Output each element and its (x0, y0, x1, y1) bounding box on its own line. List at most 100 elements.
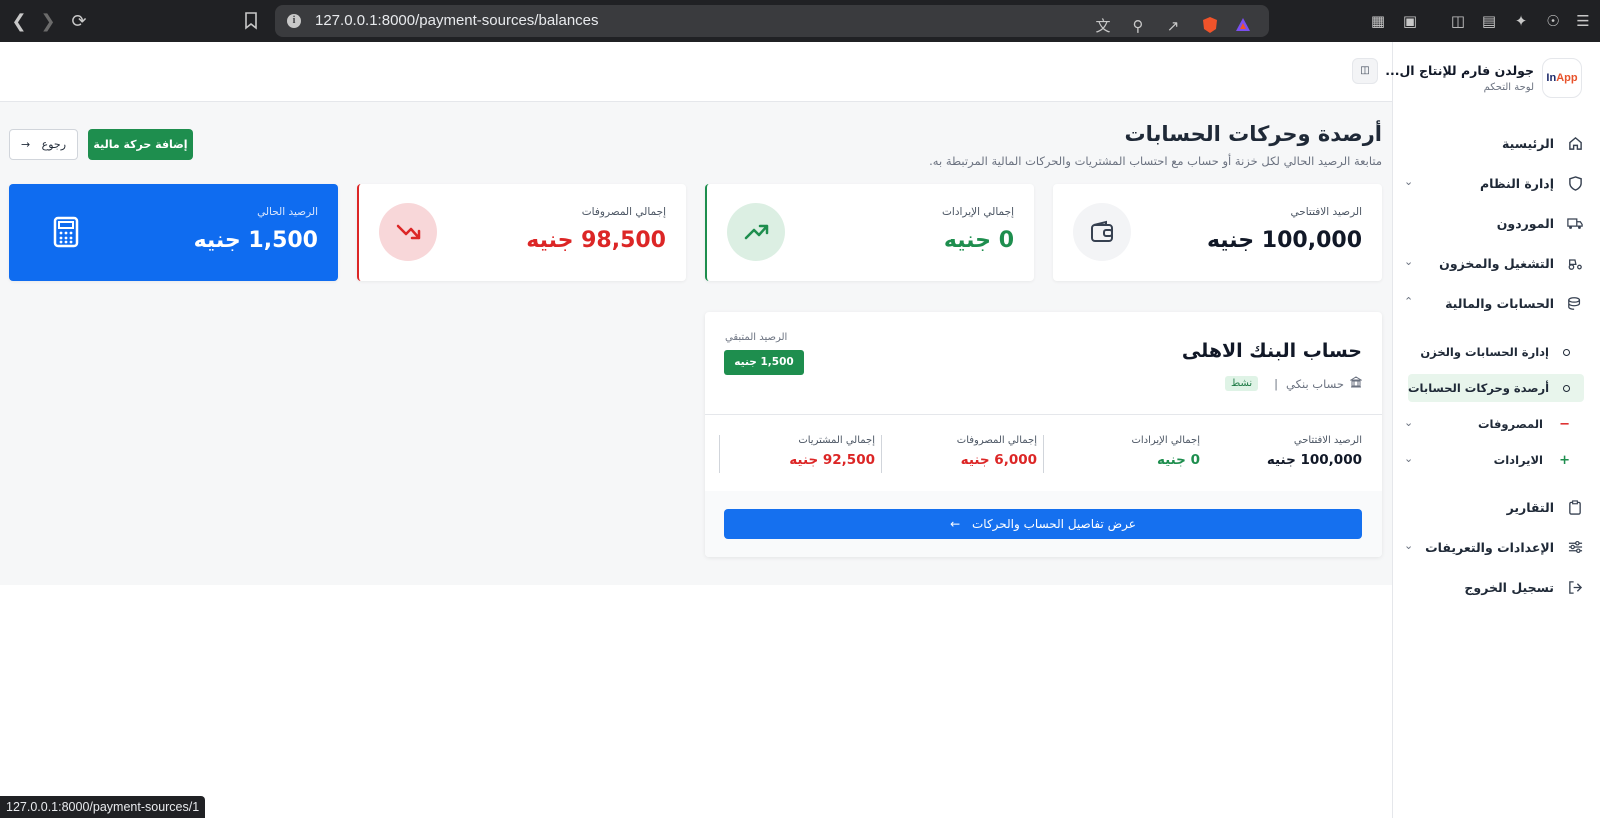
minus-icon: − (1559, 416, 1570, 432)
sidebar-item-label: الموردون (1496, 215, 1554, 231)
reader-icon[interactable]: ▣ (1400, 11, 1420, 31)
sidebar-subitem-accounts[interactable]: إدارة الحسابات والخزن (1408, 338, 1584, 366)
brave-shield-icon[interactable] (1200, 16, 1220, 36)
stat-label: الرصيد الافتتاحي (1290, 206, 1362, 218)
plus-icon: + (1559, 452, 1570, 468)
logo-text-in: In (1546, 72, 1557, 84)
sidebar-item-suppliers[interactable]: الموردون (1404, 208, 1584, 238)
chevron-up-icon: ⌃ (1404, 295, 1414, 308)
stat-value: 1,500 جنيه (193, 228, 318, 253)
back-icon[interactable]: ❮ (4, 6, 34, 36)
sidebar-item-label: الإعدادات والتعريفات (1425, 539, 1554, 555)
sidebar-item-label: التقارير (1506, 499, 1554, 515)
sidebar-item-label: إدارة النظام (1479, 175, 1554, 191)
share-icon[interactable]: ↗ (1163, 16, 1183, 36)
account-stat-label: إجمالي المشتريات (798, 435, 875, 446)
account-stat-value: 100,000 جنيه (1266, 452, 1362, 468)
trending-down-icon (379, 203, 437, 261)
add-transaction-button[interactable]: إضافة حركة مالية (88, 129, 193, 160)
stat-value: 0 جنيه (943, 228, 1014, 253)
stat-value: 98,500 جنيه (526, 228, 666, 253)
url-text: 127.0.0.1:8000/payment-sources/balances (315, 12, 599, 29)
account-stat-value: 0 جنيه (1156, 452, 1200, 468)
back-button-label: رجوع (41, 138, 67, 151)
account-stat-label: إجمالي الإيرادات (1131, 435, 1200, 446)
sidebar-item-logout[interactable]: تسجيل الخروج (1404, 572, 1584, 602)
vpn-icon[interactable]: ☉ (1543, 11, 1563, 31)
bullet-icon (1563, 348, 1570, 356)
arrow-right-icon: → (20, 138, 31, 151)
chevron-down-icon: ⌄ (1404, 452, 1414, 465)
stat-divider (719, 435, 720, 473)
chevron-down-icon: ⌄ (1404, 175, 1414, 188)
rewards-icon[interactable] (1233, 16, 1253, 36)
stat-label: الرصيد الحالي (257, 206, 318, 218)
sliders-icon (1566, 538, 1584, 556)
calculator-icon (37, 203, 95, 261)
brand-logo: In App (1542, 58, 1582, 98)
sidebar-collapse-button[interactable]: ◫ (1352, 58, 1378, 84)
meta-separator: | (1274, 376, 1279, 391)
logo-text-app: App (1556, 72, 1578, 84)
sidebar: In App جولدن فارم للإنتاج ال... لوحة التح… (1385, 42, 1600, 818)
page-title: أرصدة وحركات الحسابات (1124, 122, 1382, 146)
extensions-icon[interactable]: ▦ (1368, 11, 1388, 31)
home-icon (1566, 134, 1584, 152)
sidebar-item-label: تسجيل الخروج (1464, 579, 1554, 595)
sidebar-item-settings[interactable]: الإعدادات والتعريفات ⌄ (1404, 532, 1584, 562)
account-meta: حساب بنكي | نشط (1224, 376, 1363, 391)
coins-icon (1566, 294, 1584, 312)
sidebar-subitem-label: المصروفات (1477, 417, 1543, 431)
sidebar-item-label: الرئيسية (1502, 135, 1554, 151)
browser-toolbar: ❮ ❯ ⟳ i 127.0.0.1:8000/payment-sources/b… (0, 0, 1600, 42)
account-stat-opening: الرصيد الافتتاحي 100,000 جنيه (1267, 435, 1362, 468)
stat-label: إجمالي المصروفات (581, 206, 666, 218)
stat-card-revenue: إجمالي الإيرادات 0 جنيه (705, 184, 1034, 281)
forward-icon[interactable]: ❯ (33, 6, 63, 36)
wallet-icon[interactable]: ▤ (1479, 11, 1499, 31)
leo-ai-icon[interactable]: ✦ (1511, 11, 1531, 31)
remaining-label: الرصيد المتبقي (725, 332, 788, 343)
wallet-icon (1073, 203, 1131, 261)
address-bar[interactable]: i 127.0.0.1:8000/payment-sources/balance… (275, 5, 1269, 37)
sidebar-subitem-expenses[interactable]: − المصروفات ⌄ (1404, 410, 1584, 438)
sidebar-subitem-balances[interactable]: أرصدة وحركات الحسابات (1408, 374, 1584, 402)
status-badge: نشط (1224, 376, 1259, 391)
sidebar-item-operations[interactable]: التشغيل والمخزون ⌄ (1404, 248, 1584, 278)
account-stat-label: إجمالي المصروفات (956, 435, 1037, 446)
bookmark-icon[interactable] (236, 6, 266, 36)
sidebar-item-system[interactable]: إدارة النظام ⌄ (1404, 168, 1584, 198)
view-details-button[interactable]: عرض تفاصيل الحساب والحركات ← (724, 509, 1362, 539)
account-footer: عرض تفاصيل الحساب والحركات ← (705, 491, 1382, 557)
remaining-badge: 1,500 جنيه (724, 350, 804, 375)
sidebar-subitem-label: أرصدة وحركات الحسابات (1408, 381, 1550, 395)
view-details-label: عرض تفاصيل الحساب والحركات (971, 517, 1136, 531)
sidebar-toggle-icon[interactable]: ◫ (1448, 11, 1468, 31)
account-stat-value: 92,500 جنيه (789, 452, 875, 468)
reload-icon[interactable]: ⟳ (64, 6, 94, 36)
sidebar-item-reports[interactable]: التقارير (1404, 492, 1584, 522)
brand[interactable]: In App جولدن فارم للإنتاج ال... لوحة التح… (1385, 58, 1582, 102)
zoom-icon[interactable]: ⚲ (1128, 16, 1148, 36)
translate-icon[interactable]: 文 (1093, 16, 1113, 36)
chevron-down-icon: ⌄ (1404, 416, 1414, 429)
sidebar-item-home[interactable]: الرئيسية (1404, 128, 1584, 158)
account-stat-purchases: إجمالي المشتريات 92,500 جنيه (789, 435, 875, 468)
trending-up-icon (727, 203, 785, 261)
sidebar-item-finance[interactable]: الحسابات والمالية ⌃ (1404, 288, 1584, 318)
brand-subtitle: لوحة التحكم (1483, 82, 1534, 93)
sidebar-subitem-revenues[interactable]: + الايرادات ⌄ (1404, 446, 1584, 474)
account-type: حساب بنكي (1286, 376, 1344, 391)
site-info-icon[interactable]: i (287, 14, 301, 28)
stat-card-opening: الرصيد الافتتاحي 100,000 جنيه (1053, 184, 1382, 281)
stat-divider (1043, 435, 1044, 473)
tractor-icon (1566, 254, 1584, 272)
sidebar-item-label: التشغيل والمخزون (1439, 255, 1554, 271)
stat-value: 100,000 جنيه (1206, 228, 1362, 253)
back-button[interactable]: رجوع → (9, 129, 78, 160)
account-name: حساب البنك الاهلى (1181, 340, 1362, 362)
status-bar-url: 127.0.0.1:8000/payment-sources/1 (0, 796, 206, 818)
bank-icon (1349, 376, 1363, 391)
page-subtitle: متابعة الرصيد الحالي لكل خزنة أو حساب مع… (929, 154, 1382, 168)
menu-icon[interactable]: ☰ (1573, 11, 1593, 31)
